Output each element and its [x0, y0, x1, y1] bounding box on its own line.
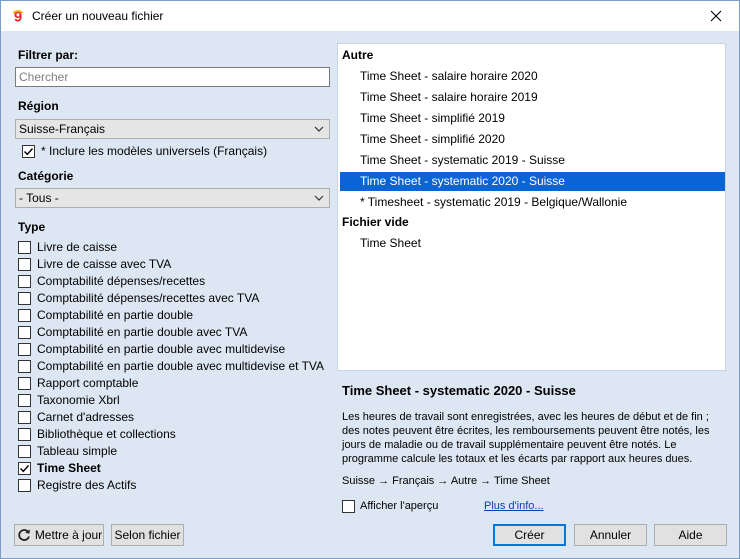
- region-select[interactable]: Suisse-Français: [15, 119, 330, 139]
- cancel-button-label: Annuler: [589, 528, 632, 542]
- type-item-checkbox[interactable]: [18, 377, 31, 390]
- type-item-checkbox[interactable]: [18, 241, 31, 254]
- update-button-label: Mettre à jour: [34, 528, 103, 542]
- type-item[interactable]: Livre de caisse avec TVA: [18, 257, 333, 273]
- close-button[interactable]: [693, 1, 739, 31]
- create-button[interactable]: Créer: [493, 524, 566, 546]
- template-group-header: Autre: [342, 48, 374, 62]
- type-label: Type: [18, 220, 46, 234]
- template-item[interactable]: * Timesheet - systematic 2019 - Belgique…: [340, 193, 725, 212]
- type-item[interactable]: Rapport comptable: [18, 376, 333, 392]
- template-title: Time Sheet - systematic 2020 - Suisse: [342, 383, 576, 398]
- type-item[interactable]: Time Sheet: [18, 461, 333, 477]
- type-item[interactable]: Comptabilité en partie double avec multi…: [18, 342, 333, 358]
- include-universal-label: * Inclure les modèles universels (França…: [41, 144, 268, 158]
- template-item[interactable]: Time Sheet: [340, 234, 725, 253]
- title-bar: 9 Créer un nouveau fichier: [1, 1, 739, 31]
- category-label: Catégorie: [18, 169, 74, 183]
- type-item[interactable]: Comptabilité dépenses/recettes: [18, 274, 333, 290]
- more-info-link[interactable]: Plus d'info...: [484, 500, 544, 512]
- type-item-label: Tableau simple: [37, 444, 118, 458]
- chevron-down-icon: [314, 126, 324, 132]
- include-universal-row[interactable]: * Inclure les modèles universels (França…: [22, 144, 322, 160]
- region-label: Région: [18, 99, 59, 113]
- template-list[interactable]: Autre Time Sheet - salaire horaire 2020 Ti…: [337, 43, 726, 371]
- show-preview-label: Afficher l'aperçu: [360, 500, 439, 512]
- type-item-checkbox[interactable]: [18, 394, 31, 407]
- template-item[interactable]: Time Sheet - salaire horaire 2019: [340, 88, 725, 107]
- type-item[interactable]: Livre de caisse: [18, 240, 333, 256]
- type-item-label: Livre de caisse avec TVA: [37, 257, 172, 271]
- type-item-label: Comptabilité en partie double avec multi…: [37, 342, 286, 356]
- type-item-label: Comptabilité en partie double avec TVA: [37, 325, 248, 339]
- type-item[interactable]: Comptabilité en partie double: [18, 308, 333, 324]
- type-item-checkbox[interactable]: [18, 343, 31, 356]
- template-path: Suisse → Français → Autre → Time Sheet: [342, 475, 550, 487]
- type-item-label: Comptabilité dépenses/recettes: [37, 274, 206, 288]
- template-description: Les heures de travail sont enregistrées,…: [342, 411, 710, 465]
- type-item[interactable]: Tableau simple: [18, 444, 333, 460]
- type-item-checkbox[interactable]: [18, 445, 31, 458]
- type-item-checkbox[interactable]: [18, 411, 31, 424]
- type-item-label: Registre des Actifs: [37, 478, 137, 492]
- template-item[interactable]: Time Sheet - salaire horaire 2020: [340, 67, 725, 86]
- create-button-label: Créer: [514, 528, 545, 542]
- filter-label: Filtrer par:: [18, 48, 79, 62]
- type-item[interactable]: Carnet d'adresses: [18, 410, 333, 426]
- show-preview-checkbox[interactable]: [342, 500, 355, 513]
- type-item-label: Comptabilité en partie double: [37, 308, 194, 322]
- type-item-label: Bibliothèque et collections: [37, 427, 176, 441]
- type-item-label: Taxonomie Xbrl: [37, 393, 120, 407]
- type-item-checkbox[interactable]: [18, 275, 31, 288]
- window-title: Créer un nouveau fichier: [32, 9, 164, 23]
- template-item[interactable]: Time Sheet - simplifié 2020: [340, 130, 725, 149]
- type-item[interactable]: Bibliothèque et collections: [18, 427, 333, 443]
- banana-logo-icon: 9: [10, 8, 26, 24]
- type-item[interactable]: Registre des Actifs: [18, 478, 333, 494]
- template-item[interactable]: Time Sheet - systematic 2020 - Suisse: [340, 172, 725, 191]
- type-item[interactable]: Taxonomie Xbrl: [18, 393, 333, 409]
- update-button[interactable]: Mettre à jour: [14, 524, 104, 546]
- type-item-checkbox[interactable]: [18, 258, 31, 271]
- template-item[interactable]: Time Sheet - simplifié 2019: [340, 109, 725, 128]
- include-universal-checkbox[interactable]: [22, 145, 35, 158]
- type-item-label: Rapport comptable: [37, 376, 139, 390]
- category-select[interactable]: - Tous -: [15, 188, 330, 208]
- type-item[interactable]: Comptabilité dépenses/recettes avec TVA: [18, 291, 333, 307]
- type-item-label: Livre de caisse: [37, 240, 118, 254]
- type-item-checkbox[interactable]: [18, 360, 31, 373]
- help-button-label: Aide: [678, 528, 703, 542]
- type-item-checkbox[interactable]: [18, 292, 31, 305]
- type-item-label: Comptabilité en partie double avec multi…: [37, 359, 325, 373]
- template-group-header: Fichier vide: [342, 215, 409, 229]
- type-item-checkbox[interactable]: [18, 428, 31, 441]
- by-file-button-label: Selon fichier: [114, 528, 181, 542]
- type-item-checkbox[interactable]: [18, 309, 31, 322]
- chevron-down-icon: [314, 195, 324, 201]
- refresh-icon: [18, 529, 30, 541]
- by-file-button[interactable]: Selon fichier: [111, 524, 184, 546]
- region-selected-value: Suisse-Français: [19, 122, 106, 136]
- search-input[interactable]: [15, 67, 330, 87]
- cancel-button[interactable]: Annuler: [574, 524, 647, 546]
- type-item[interactable]: Comptabilité en partie double avec TVA: [18, 325, 333, 341]
- close-icon: [710, 10, 722, 22]
- checkmark-icon: [20, 465, 30, 473]
- type-item-checkbox[interactable]: [18, 326, 31, 339]
- type-item-label: Time Sheet: [37, 461, 101, 475]
- type-item-label: Carnet d'adresses: [37, 410, 135, 424]
- type-item-checkbox[interactable]: [18, 462, 31, 475]
- type-item-label: Comptabilité dépenses/recettes avec TVA: [37, 291, 260, 305]
- checkmark-icon: [24, 148, 34, 156]
- type-item-checkbox[interactable]: [18, 479, 31, 492]
- template-item[interactable]: Time Sheet - systematic 2019 - Suisse: [340, 151, 725, 170]
- help-button[interactable]: Aide: [654, 524, 727, 546]
- type-item[interactable]: Comptabilité en partie double avec multi…: [18, 359, 333, 375]
- create-new-file-dialog: 9 Créer un nouveau fichier Filtrer par: …: [0, 0, 740, 559]
- category-selected-value: - Tous -: [19, 191, 59, 205]
